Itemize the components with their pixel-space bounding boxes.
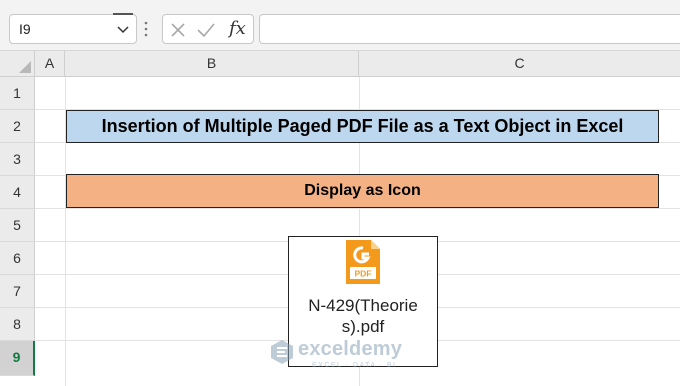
select-all-button[interactable] [0, 51, 35, 77]
gridline [35, 208, 680, 209]
check-icon[interactable] [196, 21, 216, 39]
column-header-a[interactable]: A [35, 51, 65, 77]
pdf-file-icon: PDF [346, 240, 380, 284]
chevron-down-icon[interactable] [116, 22, 130, 36]
row-header-1[interactable]: 1 [0, 77, 35, 110]
pdf-badge-label: PDF [355, 269, 372, 279]
watermark-brand: exceldemy [298, 338, 403, 360]
row-header-4[interactable]: 4 [0, 176, 35, 209]
formula-input[interactable] [259, 14, 680, 44]
name-box[interactable]: I9 [9, 14, 137, 44]
file-name-text: N-429(Theories).pdf [308, 296, 418, 336]
row-header-8[interactable]: 8 [0, 308, 35, 341]
row-header-2[interactable]: 2 [0, 110, 35, 143]
cancel-icon[interactable] [169, 21, 187, 39]
file-name-label: N-429(Theories).pdf [289, 295, 437, 337]
column-header-b[interactable]: B [65, 51, 359, 77]
select-all-triangle-icon [19, 61, 31, 73]
row-header-7[interactable]: 7 [0, 275, 35, 308]
insert-function-button[interactable]: fx [229, 18, 246, 39]
column-header-c[interactable]: C [359, 51, 680, 77]
title-cell[interactable]: Insertion of Multiple Paged PDF File as … [66, 110, 659, 143]
name-box-value: I9 [19, 21, 31, 37]
more-options-icon[interactable] [143, 20, 149, 38]
exceldemy-logo-icon [271, 340, 293, 364]
watermark-tagline: EXCEL · DATA · BI [312, 362, 397, 369]
row-header-6[interactable]: 6 [0, 242, 35, 275]
formula-bar: I9 fx [0, 0, 680, 51]
subtitle-cell[interactable]: Display as Icon [66, 174, 659, 208]
spreadsheet-grid[interactable]: A B C 1 2 3 4 5 6 7 8 9 Insertion of Mul… [0, 51, 680, 386]
formula-controls: fx [162, 14, 254, 44]
row-header-3[interactable]: 3 [0, 143, 35, 176]
row-header-9[interactable]: 9 [0, 341, 35, 376]
row-header-5[interactable]: 5 [0, 209, 35, 242]
resize-handle[interactable] [113, 13, 133, 15]
watermark: exceldemy EXCEL · DATA · BI [270, 337, 430, 377]
